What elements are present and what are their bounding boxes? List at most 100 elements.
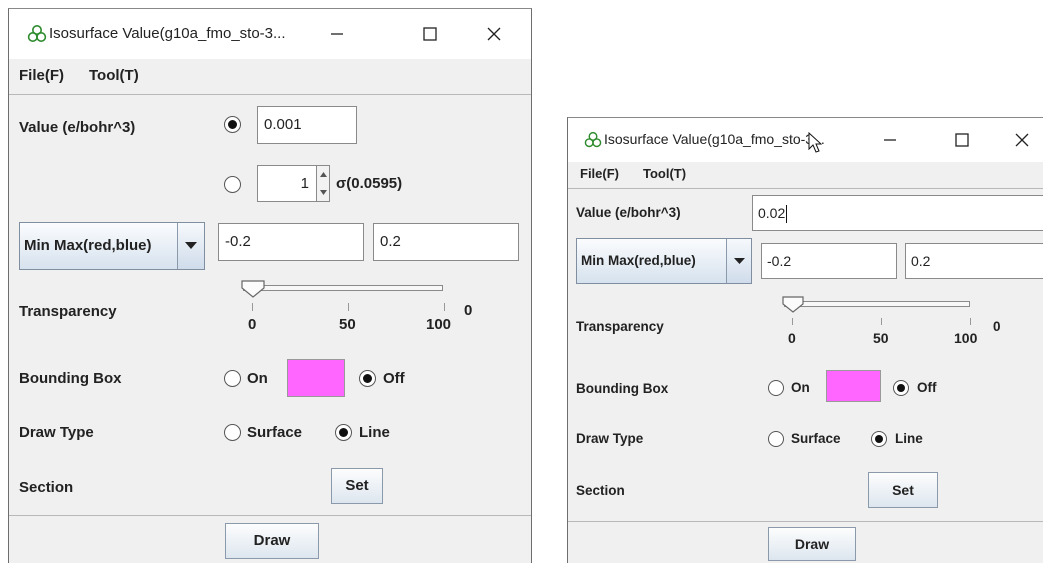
value-input[interactable]: 0.02 [752,195,1043,231]
menu-separator [9,94,531,95]
max-value-input[interactable]: 0.2 [905,243,1043,279]
spinner-up-button[interactable] [316,166,329,184]
close-icon [487,27,501,41]
transparency-label: Transparency [19,303,117,320]
menu-tool[interactable]: Tool(T) [89,67,139,84]
mouse-cursor-icon [808,132,822,153]
slider-tick [970,318,971,325]
transparency-label: Transparency [576,319,664,334]
draw-surface-label: Surface [247,424,303,441]
range-mode-combo[interactable]: Min Max(red,blue) [19,222,205,270]
sigma-label: σ(0.0595) [336,175,403,192]
footer-separator [568,521,1043,522]
bb-off-label: Off [383,370,405,387]
isosurface-window-right: Isosurface Value(g10a_fmo_sto-3... File(… [567,117,1043,563]
slider-tick [444,303,445,311]
draw-surface-radio[interactable] [224,424,241,441]
transparency-slider[interactable]: 0 50 100 [239,277,452,337]
bb-off-radio[interactable] [893,380,909,396]
bb-on-label: On [247,370,268,387]
sigma-radio[interactable] [224,176,241,193]
bb-on-radio[interactable] [768,380,784,396]
menu-tool[interactable]: Tool(T) [643,166,686,181]
slider-tick [348,303,349,311]
maximize-button[interactable] [940,118,984,162]
value-radio[interactable] [224,116,241,133]
caret-down-icon [319,189,327,195]
range-mode-value: Min Max(red,blue) [24,237,152,254]
set-button[interactable]: Set [331,468,383,504]
isosurface-window-left: Isosurface Value(g10a_fmo_sto-3... File(… [8,8,532,563]
draw-surface-radio[interactable] [768,431,784,447]
slider-tick-label: 50 [339,316,356,333]
window-title: Isosurface Value(g10a_fmo_sto-3... [49,25,286,42]
slider-tick-label: 100 [954,330,978,346]
minimize-button[interactable] [314,9,360,59]
bb-off-label: Off [917,380,937,395]
bounding-box-label: Bounding Box [19,370,122,387]
draw-line-label: Line [359,424,390,441]
slider-tick-label: 100 [426,316,452,333]
minimize-button[interactable] [868,118,912,162]
bb-on-radio[interactable] [224,370,241,387]
minimize-icon [331,33,343,35]
footer-separator [9,515,531,516]
combo-arrow[interactable] [177,223,204,269]
value-input-text: 0.02 [758,205,786,221]
bounding-box-color-swatch[interactable] [287,359,345,397]
chevron-down-icon [185,242,197,249]
slider-tick-label: 0 [248,316,257,333]
title-bar[interactable]: Isosurface Value(g10a_fmo_sto-3... [9,9,531,59]
chevron-down-icon [733,257,745,264]
close-button[interactable] [471,9,517,59]
sigma-spinner-value: 1 [300,175,309,192]
set-button[interactable]: Set [868,472,938,508]
draw-button[interactable]: Draw [768,527,856,561]
min-value-input[interactable]: -0.2 [761,243,897,279]
menu-bar: File(F) Tool(T) [9,59,531,93]
draw-line-radio[interactable] [335,424,352,441]
spinner-down-button[interactable] [316,183,329,201]
range-mode-combo[interactable]: Min Max(red,blue) [576,238,752,284]
section-label: Section [19,479,74,496]
caret-up-icon [319,172,327,178]
draw-line-radio[interactable] [871,431,887,447]
max-value-input[interactable]: 0.2 [373,223,519,261]
combo-arrow[interactable] [726,239,751,283]
draw-button[interactable]: Draw [225,523,319,559]
slider-tick-label: 0 [788,330,796,346]
min-value-input[interactable]: -0.2 [218,223,364,261]
maximize-button[interactable] [407,9,453,59]
minimize-icon [884,139,896,141]
slider-tick [252,303,253,311]
menu-bar: File(F) Tool(T) [568,162,1043,188]
slider-tick [792,318,793,325]
bb-off-radio[interactable] [359,370,376,387]
transparency-value: 0 [464,302,473,319]
draw-type-label: Draw Type [19,424,94,441]
slider-thumb-icon[interactable] [241,280,265,298]
transparency-value: 0 [993,319,1001,334]
menu-file[interactable]: File(F) [19,67,64,84]
value-input[interactable]: 0.001 [257,106,357,144]
bounding-box-label: Bounding Box [576,381,669,396]
maximize-icon [955,133,969,147]
slider-tick-label: 50 [873,330,889,346]
slider-track [784,301,970,307]
title-bar[interactable]: Isosurface Value(g10a_fmo_sto-3... [568,118,1043,162]
range-mode-value: Min Max(red,blue) [581,253,696,268]
transparency-slider[interactable]: 0 50 100 [780,294,980,350]
slider-thumb-icon[interactable] [782,296,804,313]
bounding-box-color-swatch[interactable] [826,370,881,402]
close-button[interactable] [1000,118,1043,162]
sigma-spinner[interactable]: 1 [257,165,330,202]
app-trefoil-icon [27,25,47,42]
section-label: Section [576,483,625,498]
draw-line-label: Line [895,431,923,446]
maximize-icon [423,27,437,41]
value-label: Value (e/bohr^3) [19,119,136,136]
app-trefoil-icon [584,131,602,148]
value-label: Value (e/bohr^3) [576,205,681,220]
draw-surface-label: Surface [791,431,841,446]
menu-file[interactable]: File(F) [580,166,619,181]
